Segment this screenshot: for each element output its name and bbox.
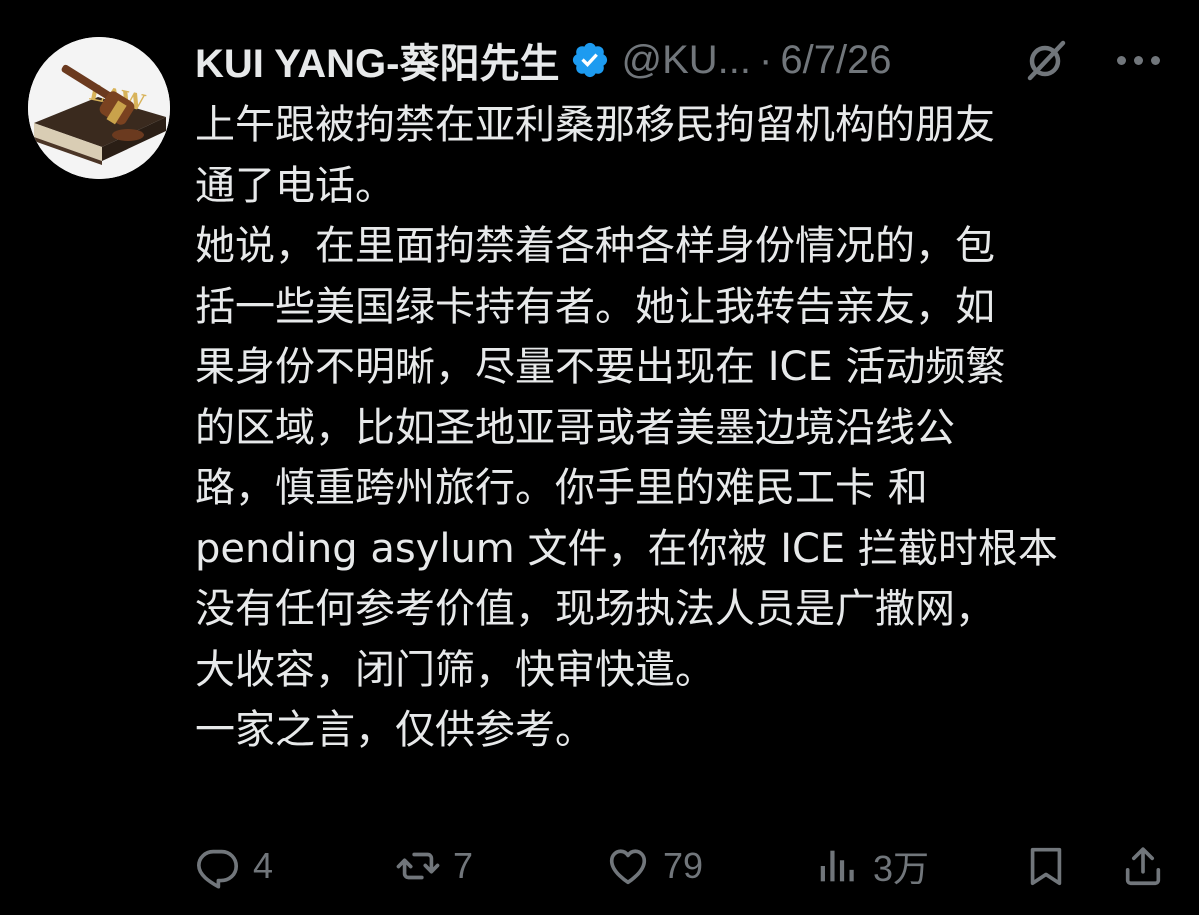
more-icon[interactable] <box>1108 36 1168 84</box>
separator-dot: · <box>759 37 773 82</box>
tweet-line: 的区域，比如圣地亚哥或者美墨边境沿线公 <box>195 404 955 451</box>
tweet-line: 通了电话。 <box>195 162 395 209</box>
action-bar: 4 7 79 3万 <box>195 836 1180 896</box>
tweet-line: 括一些美国绿卡持有者。她让我转告亲友，如 <box>195 283 995 330</box>
tweet-line: 没有任何参考价值，现场执法人员是广撒网， <box>195 586 995 632</box>
like-count: 79 <box>663 845 704 886</box>
share-button[interactable] <box>1120 836 1166 896</box>
reply-count: 4 <box>253 845 274 886</box>
repost-count: 7 <box>453 845 474 886</box>
verified-badge-icon[interactable] <box>570 40 610 80</box>
repost-button[interactable]: 7 <box>395 836 473 896</box>
tweet-header: KUI YANG-葵阳先生 @KU... · 6/7/26 <box>195 30 1180 90</box>
author-handle[interactable]: @KU... <box>622 38 752 83</box>
views-icon <box>820 850 854 882</box>
repost-icon <box>396 852 440 880</box>
tweet-line: 上午跟被拘禁在亚利桑那移民拘留机构的朋友 <box>195 102 995 148</box>
views-count: 3万 <box>873 848 930 889</box>
like-button[interactable]: 79 <box>605 836 703 896</box>
tweet-line: 果身份不明晰，尽量不要出现在 ICE 活动频繁 <box>195 344 1006 390</box>
tweet-line: 一家之言，仅供参考。 <box>195 707 595 753</box>
bookmark-button[interactable] <box>1023 836 1069 896</box>
bookmark-icon <box>1030 847 1062 886</box>
reply-icon <box>197 849 239 889</box>
like-icon <box>609 849 647 885</box>
tweet-line: 路，慎重跨州旅行。你手里的难民工卡 和 <box>195 465 928 511</box>
tweet-text: 上午跟被拘禁在亚利桑那移民拘留机构的朋友 通了电话。 她说，在里面拘禁着各种各样… <box>195 95 1180 761</box>
tweet-line: 她说，在里面拘禁着各种各样身份情况的，包 <box>195 223 995 269</box>
share-icon <box>1125 847 1161 886</box>
tweet[interactable]: LAW KUI YANG-葵阳先生 @KU... · 6/7/26 上午跟被拘禁… <box>0 0 1199 915</box>
tweet-line: 大收容，闭门筛，快审快遣。 <box>195 646 715 693</box>
avatar[interactable]: LAW <box>28 37 170 179</box>
views-button[interactable]: 3万 <box>815 836 929 896</box>
avatar-image: LAW <box>28 37 170 179</box>
tweet-date[interactable]: 6/7/26 <box>780 38 891 83</box>
reply-button[interactable]: 4 <box>195 836 273 896</box>
author-name[interactable]: KUI YANG-葵阳先生 <box>195 31 560 89</box>
grok-icon[interactable] <box>1022 36 1070 84</box>
tweet-line: pending asylum 文件，在你被 ICE 拦截时根本 <box>195 525 1058 572</box>
